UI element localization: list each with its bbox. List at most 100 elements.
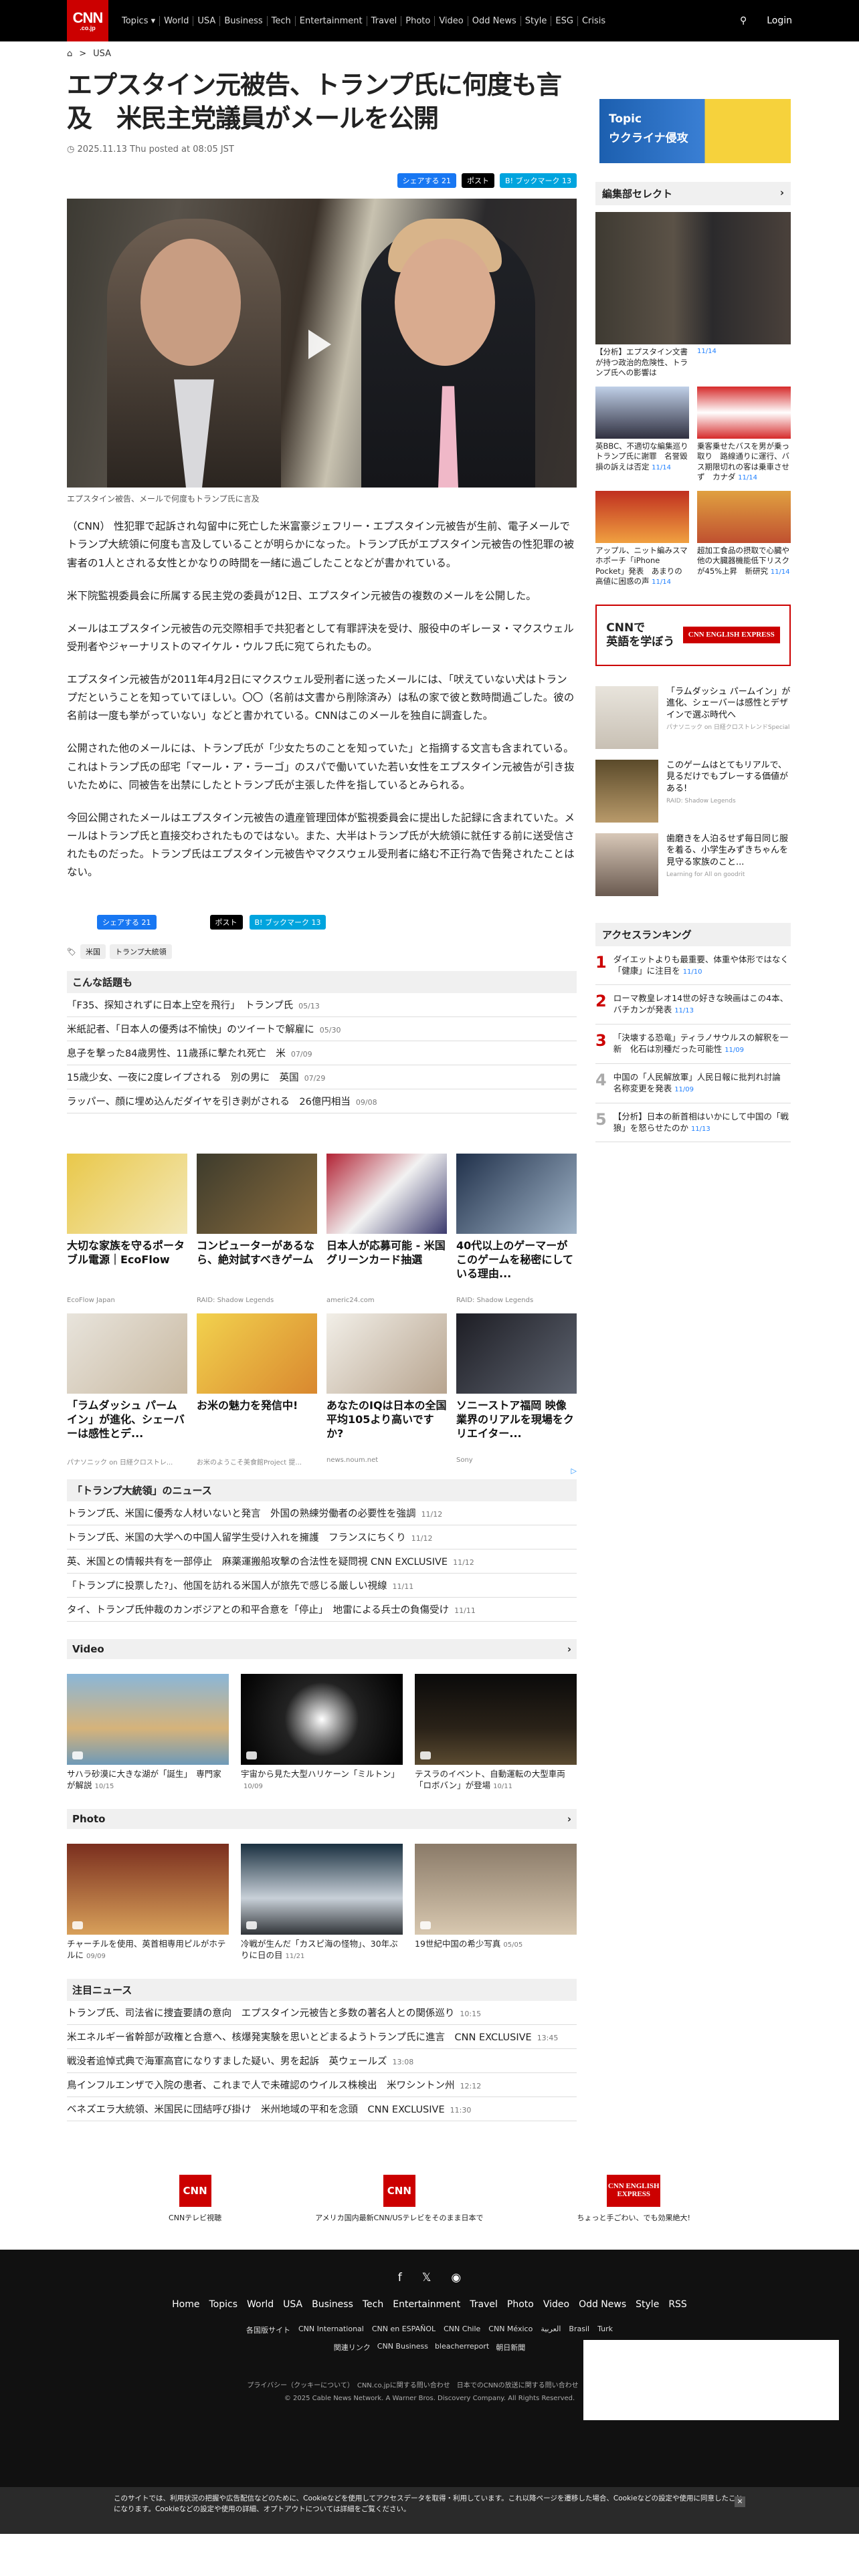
- cnn-logo[interactable]: CNN .co.jp: [67, 0, 108, 41]
- footer-link[interactable]: World: [247, 2299, 274, 2310]
- media-card[interactable]: 19世紀中国の希少写真 05/05: [415, 1844, 577, 1961]
- nav-item[interactable]: Crisis: [577, 15, 609, 26]
- promo-card[interactable]: ソニーストア福岡 映像業界のリアルを現場をクリエイター... Sony: [456, 1313, 577, 1467]
- nav-item[interactable]: World: [159, 15, 193, 26]
- footer-link[interactable]: CNN Business: [377, 2342, 428, 2353]
- promo-card[interactable]: 日本人が応募可能 - 米国グリーンカード抽選 americ24.com: [326, 1154, 447, 1304]
- play-icon[interactable]: [308, 330, 331, 360]
- footer-link[interactable]: 関連リンク: [334, 2342, 371, 2353]
- footer-link[interactable]: CNN International: [298, 2325, 364, 2335]
- list-item[interactable]: ラッパー、顔に埋め込んだダイヤを引き剥がされる 26億円相当 09/08: [67, 1089, 577, 1114]
- footer-link[interactable]: العربية: [541, 2325, 561, 2335]
- footer-banner[interactable]: CNN ENGLISH EXPRESS ちょっと手ごわい、でも効果絶大!: [577, 2174, 690, 2223]
- footer-link[interactable]: Business: [312, 2299, 353, 2310]
- list-item[interactable]: トランプ氏、司法省に捜査要請の意向 エプスタイン元被告と多数の著名人との関係巡り…: [67, 2001, 577, 2025]
- list-item[interactable]: 「トランプに投票した?」、他国を訪れる米国人が旅先で感じる厳しい視線 11/11: [67, 1574, 577, 1598]
- breadcrumb-usa[interactable]: USA: [93, 49, 111, 59]
- footer-link[interactable]: CNN en ESPAÑOL: [372, 2325, 436, 2335]
- list-item[interactable]: 米紙記者、「日本人の優秀は不愉快」のツイートで解雇に 05/30: [67, 1017, 577, 1042]
- footer-banner[interactable]: CNN CNNテレビ視聴: [169, 2174, 221, 2223]
- hero-video[interactable]: [67, 199, 577, 488]
- list-item[interactable]: 息子を撃った84歳男性、11歳孫に撃たれ死亡 米 07/09: [67, 1041, 577, 1066]
- nav-item[interactable]: Style: [520, 15, 551, 26]
- sidebar-ad[interactable]: 「ラムダッシュ パームイン」が進化、シェーバーは感性とデザインで選ぶ時代へ パナソ…: [595, 685, 791, 749]
- media-card[interactable]: 宇宙から見た大型ハリケーン「ミルトン」10/09: [241, 1674, 403, 1792]
- promo-card[interactable]: あなたのIQは日本の全国平均105より高いですか? news.noum.net: [326, 1313, 447, 1467]
- rss-icon[interactable]: ◉: [451, 2271, 461, 2284]
- nav-item[interactable]: Topics ▾: [118, 16, 159, 26]
- editor-item[interactable]: 英BBC、不適切な編集巡りトランプ氏に謝罪 名誉毀損の訴えは否定 11/14: [595, 386, 689, 483]
- ranking-item[interactable]: 1 ダイエットよりも最重要、体重や体形ではなく「健康」に注目を 11/10: [595, 946, 791, 986]
- footer-link[interactable]: 各国版サイト: [246, 2325, 290, 2335]
- nav-item[interactable]: Tech: [266, 15, 295, 26]
- footer-link[interactable]: Style: [636, 2299, 659, 2310]
- footer-link[interactable]: bleacherreport: [435, 2342, 489, 2353]
- tag[interactable]: 米国: [80, 944, 106, 960]
- footer-link[interactable]: Tech: [363, 2299, 383, 2310]
- ranking-item[interactable]: 5 【分析】日本の新首相はいかにして中国の「戦狼」を怒らせたのか 11/13: [595, 1103, 791, 1143]
- list-item[interactable]: 戦没者追悼式典で海軍高官になりすました疑い、男を起訴 英ウェールズ 13:08: [67, 2049, 577, 2073]
- list-item[interactable]: トランプ氏、米国の大学への中国人留学生受け入れを擁護 フランスにちくり 11/12: [67, 1525, 577, 1550]
- footer-link[interactable]: CNN Chile: [444, 2325, 480, 2335]
- promo-card[interactable]: 「ラムダッシュ パームイン」が進化、シェーバーは感性とデ... パナソニック on…: [67, 1313, 187, 1467]
- sidebar-ad[interactable]: 歯磨きを人泊るせず毎日同じ服を着る、小学生みずきちゃんを見守る家族のこと... L…: [595, 833, 791, 896]
- ranking-item[interactable]: 2 ローマ教皇レオ14世の好きな映画はこの4本、バチカンが発表 11/13: [595, 985, 791, 1025]
- search-icon[interactable]: ⚲: [740, 15, 747, 26]
- tag[interactable]: トランプ大統領: [109, 944, 172, 960]
- topic-banner[interactable]: Topic ウクライナ侵攻: [599, 99, 791, 163]
- nav-item[interactable]: ESG: [551, 15, 577, 26]
- footer-link[interactable]: Travel: [470, 2299, 498, 2310]
- x-post-button[interactable]: ポスト: [462, 173, 495, 189]
- editor-item[interactable]: アップル、ニット編みスマホポーチ「iPhone Pocket」発表 あまりの高値…: [595, 490, 689, 587]
- promo-card[interactable]: 大切な家族を守るポータブル電源｜EcoFlow EcoFlow Japan: [67, 1154, 187, 1304]
- editor-select-header[interactable]: 編集部セレクト ›: [595, 182, 791, 205]
- facebook-share-button[interactable]: シェアする 21: [97, 915, 157, 930]
- editor-item[interactable]: 超加工食品の摂取で心臓や他の大臓器機能低下リスクが45%上昇 新研究 11/14: [697, 490, 791, 587]
- footer-link[interactable]: 朝日新聞: [496, 2342, 525, 2353]
- x-post-button[interactable]: ポスト: [209, 915, 243, 930]
- footer-link[interactable]: CNN México: [488, 2325, 533, 2335]
- list-item[interactable]: 英、米国との情報共有を一部停止 麻薬運搬船攻撃の合法性を疑問視 CNN EXCL…: [67, 1549, 577, 1574]
- media-card[interactable]: テスラのイベント、自動運転の大型車両「ロボバン」が登場 10/11: [415, 1674, 577, 1792]
- nav-item[interactable]: Business: [219, 15, 266, 26]
- footer-link[interactable]: Photo: [507, 2299, 534, 2310]
- cnn-english-banner[interactable]: CNNで 英語を学ぼう CNN ENGLISH EXPRESS: [595, 604, 791, 666]
- facebook-share-button[interactable]: シェアする 21: [397, 173, 457, 189]
- footer-banner[interactable]: CNN アメリカ国内最新CNN/USテレビをそのまま日本で: [315, 2174, 484, 2223]
- footer-link[interactable]: USA: [283, 2299, 302, 2310]
- ranking-item[interactable]: 4 中国の「人民解放軍」人民日報に批判れ討論 名称変更を発表 11/09: [595, 1064, 791, 1103]
- footer-link[interactable]: Topics: [209, 2299, 238, 2310]
- sidebar-ad[interactable]: このゲームはとてもリアルで、見るだけでもプレーする価値がある! RAID: Sha…: [595, 759, 791, 823]
- ranking-item[interactable]: 3 「決壊する恐竜」ティラノサウルスの解釈を一新 化石は別種だった可能性 11/0…: [595, 1025, 791, 1064]
- editor-main-image[interactable]: [595, 212, 791, 344]
- close-icon[interactable]: ✕: [735, 2496, 745, 2507]
- promo-card[interactable]: コンピューターがあるなら、絶対試すべきゲーム RAID: Shadow Legen…: [197, 1154, 317, 1304]
- editor-main-link[interactable]: 【分析】エプスタイン文書が持つ政治的危険性、トランプ氏への影響は 11/14: [595, 347, 791, 379]
- nav-item[interactable]: USA: [193, 15, 219, 26]
- footer-link[interactable]: Brasil: [569, 2325, 589, 2335]
- footer-link[interactable]: Video: [543, 2299, 569, 2310]
- nav-item[interactable]: Travel: [366, 15, 401, 26]
- video-header[interactable]: Video ›: [67, 1639, 577, 1660]
- promo-card[interactable]: 40代以上のゲーマーがこのゲームを秘密にしている理由... RAID: Shado…: [456, 1154, 577, 1304]
- footer-link[interactable]: RSS: [668, 2299, 687, 2310]
- footer-link[interactable]: Turk: [597, 2325, 613, 2335]
- list-item[interactable]: 鳥インフルエンザで入院の患者、これまで人で未確認のウイルス株検出 米ワシントン州…: [67, 2073, 577, 2097]
- media-card[interactable]: サハラ砂漠に大きな湖が「誕生」 専門家が解説 10/15: [67, 1674, 229, 1792]
- list-item[interactable]: ベネズエラ大統領、米国民に団結呼び掛け 米州地域の平和を念頭 CNN EXCLU…: [67, 2097, 577, 2121]
- login-link[interactable]: Login: [767, 15, 792, 26]
- nav-item[interactable]: Video: [434, 15, 467, 26]
- list-item[interactable]: 「F35、探知されずに日本上空を飛行」 トランプ氏 05/13: [67, 993, 577, 1018]
- x-icon[interactable]: 𝕏: [422, 2271, 432, 2284]
- nav-item[interactable]: Photo: [401, 15, 434, 26]
- facebook-icon[interactable]: f: [398, 2271, 402, 2284]
- hatena-bookmark-button[interactable]: B! ブックマーク 13: [249, 915, 326, 930]
- nav-item[interactable]: Odd News: [467, 15, 520, 26]
- promo-card[interactable]: お米の魅力を発信中! お米のようこそ美食館Project 提...: [197, 1313, 317, 1467]
- nav-item[interactable]: Entertainment: [294, 15, 367, 26]
- media-card[interactable]: 冷戦が生んだ「カスピ海の怪物」、30年ぶりに日の目 11/21: [241, 1844, 403, 1961]
- media-card[interactable]: チャーチルを使用、英首相専用ピルがホテルに 09/09: [67, 1844, 229, 1961]
- editor-item[interactable]: 乗客乗せたバスを男が乗っ取り 路線通りに運行、バス期限切れの客は乗車させず カナ…: [697, 386, 791, 483]
- photo-header[interactable]: Photo ›: [67, 1809, 577, 1830]
- footer-link[interactable]: Entertainment: [393, 2299, 460, 2310]
